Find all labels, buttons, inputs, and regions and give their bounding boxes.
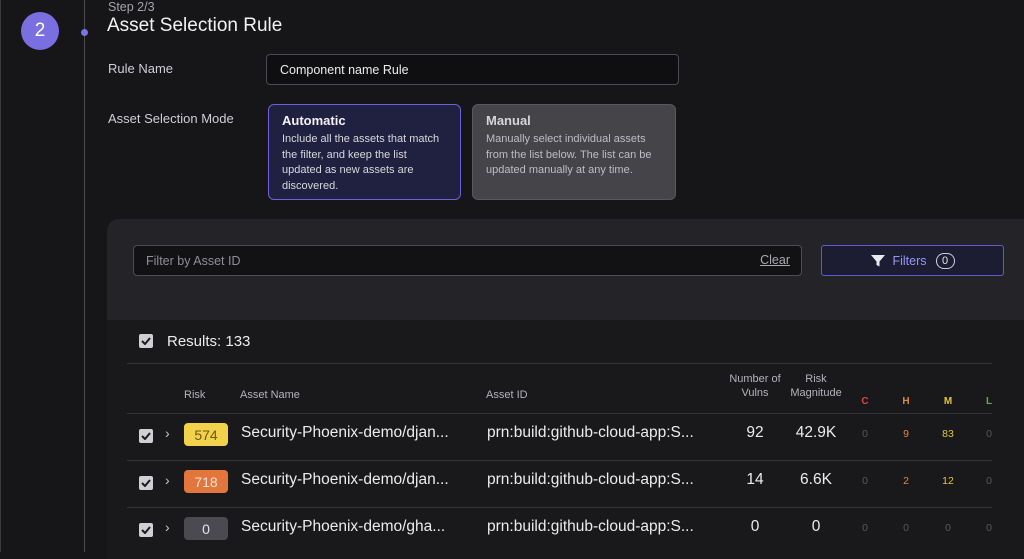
risk-magnitude-cell: 0 — [811, 518, 821, 535]
table-row[interactable]: › 718 Security-Phoenix-demo/djan... prn:… — [127, 460, 1007, 506]
results-count: Results: 133 — [167, 333, 251, 350]
table-row[interactable]: › 0 Security-Phoenix-demo/gha... prn:bui… — [127, 507, 1007, 553]
clear-filter-link[interactable]: Clear — [760, 253, 790, 267]
mode-option-automatic[interactable]: Automatic Include all the assets that ma… — [268, 104, 461, 200]
low-count-cell: 0 — [986, 522, 992, 534]
stepper-dot — [81, 29, 88, 36]
medium-count-cell: 0 — [945, 522, 951, 534]
checkmark-icon — [141, 479, 151, 487]
mode-automatic-title: Automatic — [282, 113, 346, 128]
asset-id-cell: prn:build:github-cloud-app:S... — [487, 518, 694, 535]
asset-name-cell: Security-Phoenix-demo/gha... — [241, 518, 446, 535]
critical-count-cell: 0 — [862, 522, 868, 534]
column-header-critical[interactable]: C — [858, 396, 872, 407]
step-number-badge: 2 — [21, 12, 59, 50]
medium-count-cell: 83 — [942, 428, 954, 440]
row-checkbox[interactable] — [139, 523, 153, 537]
risk-score-badge: 718 — [184, 470, 228, 493]
step-label: Step 2/3 — [108, 0, 155, 14]
high-count-cell: 0 — [903, 522, 909, 534]
critical-count-cell: 0 — [862, 475, 868, 487]
column-header-asset-name[interactable]: Asset Name — [240, 388, 300, 402]
column-header-asset-id[interactable]: Asset ID — [486, 388, 528, 402]
vulns-count-cell: 92 — [746, 424, 764, 441]
chevron-right-icon[interactable]: › — [165, 519, 170, 535]
vulns-count-cell: 0 — [750, 518, 760, 535]
column-header-magnitude[interactable]: Risk Magnitude — [776, 372, 856, 400]
assets-panel: Clear Filters 0 Results: 133 Risk Asset … — [107, 219, 1024, 559]
checkmark-icon — [141, 432, 151, 440]
row-checkbox[interactable] — [139, 429, 153, 443]
vulns-count-cell: 14 — [746, 471, 764, 488]
asset-id-filter-input[interactable] — [134, 246, 734, 275]
row-checkbox[interactable] — [139, 476, 153, 490]
mode-option-manual[interactable]: Manual Manually select individual assets… — [472, 104, 676, 200]
critical-count-cell: 0 — [862, 428, 868, 440]
checkmark-icon — [141, 337, 151, 345]
results-divider — [127, 363, 992, 364]
magnitude-header-line2: Magnitude — [790, 387, 842, 399]
asset-id-cell: prn:build:github-cloud-app:S... — [487, 424, 694, 441]
risk-score-badge: 0 — [184, 517, 228, 540]
stepper-line — [84, 0, 85, 552]
magnitude-header-line1: Risk — [805, 373, 827, 385]
asset-id-filter: Clear — [133, 245, 802, 276]
risk-magnitude-cell: 42.9K — [795, 424, 837, 441]
rule-name-label: Rule Name — [108, 61, 174, 76]
chevron-right-icon[interactable]: › — [165, 425, 170, 441]
selection-mode-label: Asset Selection Mode — [108, 111, 234, 126]
mode-manual-title: Manual — [486, 113, 531, 128]
asset-id-cell: prn:build:github-cloud-app:S... — [487, 471, 694, 488]
select-all-checkbox[interactable] — [139, 334, 153, 348]
filters-button[interactable]: Filters 0 — [821, 245, 1004, 276]
column-header-risk[interactable]: Risk — [184, 388, 205, 402]
risk-magnitude-cell: 6.6K — [800, 471, 832, 488]
chevron-right-icon[interactable]: › — [165, 472, 170, 488]
risk-score-badge: 574 — [184, 423, 228, 446]
column-header-medium[interactable]: M — [941, 396, 955, 407]
low-count-cell: 0 — [986, 475, 992, 487]
checkmark-icon — [141, 526, 151, 534]
filters-label: Filters — [892, 253, 927, 268]
mode-automatic-description: Include all the assets that match the fi… — [282, 133, 440, 192]
low-count-cell: 0 — [986, 428, 992, 440]
medium-count-cell: 12 — [942, 475, 954, 487]
high-count-cell: 9 — [903, 428, 909, 440]
left-border — [0, 0, 1, 552]
column-header-high[interactable]: H — [899, 396, 913, 407]
table-row[interactable]: › 574 Security-Phoenix-demo/djan... prn:… — [127, 413, 1007, 459]
funnel-icon — [871, 254, 886, 266]
high-count-cell: 2 — [903, 475, 909, 487]
rule-name-input[interactable] — [266, 54, 679, 85]
asset-name-cell: Security-Phoenix-demo/djan... — [241, 471, 449, 488]
asset-name-cell: Security-Phoenix-demo/djan... — [241, 424, 449, 441]
mode-manual-description: Manually select individual assets from t… — [486, 133, 652, 177]
page-title: Asset Selection Rule — [107, 15, 283, 36]
filters-count-badge: 0 — [935, 252, 955, 269]
stepper-rail: 2 — [0, 0, 88, 552]
column-header-low[interactable]: L — [982, 396, 996, 407]
